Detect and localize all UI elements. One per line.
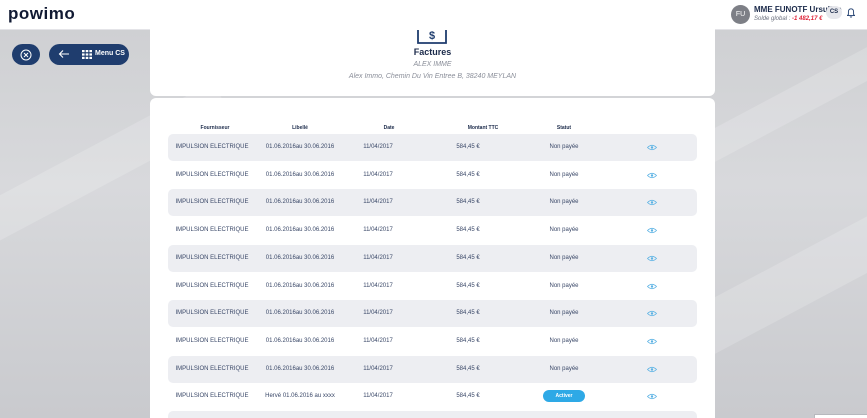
avatar[interactable]: FU <box>731 5 750 24</box>
cell-montant: 584,45 € <box>456 171 480 178</box>
col-header-montant[interactable]: Montant TTC <box>448 125 518 131</box>
page-title: Factures <box>413 47 452 57</box>
cell-montant: 584,45 € <box>456 199 480 206</box>
invoice-table-card: Fournisseur Libellé Date Montant TTC Sta… <box>150 98 715 418</box>
bell-icon[interactable] <box>847 8 855 18</box>
cell-montant: 584,45 € <box>456 144 480 150</box>
col-header-statut[interactable]: Statut <box>529 125 599 131</box>
cell-montant: 584,45 € <box>456 254 480 261</box>
col-header-libelle[interactable]: Libellé <box>265 125 335 131</box>
table-row: IMPULSION ELECTRIQUE 01.06.2016au 30.06.2… <box>168 134 697 161</box>
cell-statut: Non payée <box>549 365 579 372</box>
cell-montant: 584,45 € <box>456 393 480 400</box>
close-button[interactable] <box>12 44 40 65</box>
arrow-left-icon <box>58 50 69 58</box>
company-address: Alex Immo, Chemin Du Vin Entree B, 38240… <box>348 73 517 80</box>
close-circle-icon <box>20 49 32 60</box>
cell-montant: 584,45 € <box>456 310 480 317</box>
cell-libelle: 01.06.2016au 30.06.2016 <box>265 337 335 344</box>
cell-fournisseur: IMPULSION ELECTRIQUE <box>175 227 249 234</box>
eye-icon[interactable] <box>647 144 657 151</box>
menu-label: Menu CS <box>95 50 125 57</box>
role-badge: CS <box>826 6 842 19</box>
cell-date: 11/04/2017 <box>363 144 393 150</box>
cell-fournisseur: IMPULSION ELECTRIQUE <box>175 393 249 400</box>
table-row: IMPULSION ELECTRIQUE 01.06.2016au 30.06.2… <box>168 355 697 383</box>
cell-statut: Non payée <box>549 171 579 178</box>
eye-icon[interactable] <box>647 283 657 290</box>
cell-date: 11/04/2017 <box>363 365 393 372</box>
eye-icon[interactable] <box>647 310 657 317</box>
cell-libelle: 01.06.2016au 30.06.2016 <box>265 171 335 178</box>
cell-statut: Non payée <box>549 199 579 206</box>
cell-statut: Non payée <box>549 337 579 344</box>
table-row: IMPULSION ELECTRIQUE 01.06.2016au 30.06.2… <box>168 189 697 217</box>
cell-statut: Non payée <box>549 227 579 234</box>
app-logo[interactable]: powimo <box>8 4 75 24</box>
invoice-header-card: $ Factures ALEX IMME Alex Immo, Chemin D… <box>150 20 715 96</box>
cell-statut: Non payée <box>549 144 579 150</box>
user-balance: Solde global : -1 482,17 € <box>754 16 822 22</box>
cell-statut: Non payée <box>549 310 579 317</box>
table-row: IMPULSION ELECTRIQUE 01.06.2016au 30.06.2… <box>168 244 697 272</box>
cell-libelle: 01.06.2016au 30.06.2016 <box>265 199 335 206</box>
table-row: IMPULSION ELECTRIQUE 01.06.2016au 30.06.2… <box>168 162 697 189</box>
eye-icon[interactable] <box>647 393 657 400</box>
balance-label: Solde global : <box>754 16 791 22</box>
cell-statut: Non payée <box>549 282 579 289</box>
cell-montant: 584,45 € <box>456 365 480 372</box>
cell-libelle: 01.06.2016au 30.06.2016 <box>265 365 335 372</box>
cell-libelle: 01.06.2016au 30.06.2016 <box>265 227 335 234</box>
cell-date: 11/04/2017 <box>363 282 393 289</box>
cell-date: 11/04/2017 <box>363 310 393 317</box>
cell-fournisseur: IMPULSION ELECTRIQUE <box>175 310 249 317</box>
table-row: IMPULSION ELECTRIQUE Hervé 01.06.2016 au … <box>168 383 697 410</box>
cell-date: 11/04/2017 <box>363 254 393 261</box>
activate-button[interactable]: Activer <box>543 390 585 403</box>
cell-fournisseur: IMPULSION ELECTRIQUE <box>175 199 249 206</box>
eye-icon[interactable] <box>647 255 657 262</box>
cell-date: 11/04/2017 <box>363 199 393 206</box>
cell-libelle: 01.06.2016au 30.06.2016 <box>265 254 335 261</box>
table-row <box>168 411 697 418</box>
cell-libelle: 01.06.2016au 30.06.2016 <box>265 310 335 317</box>
cell-fournisseur: IMPULSION ELECTRIQUE <box>175 254 249 261</box>
cell-fournisseur: IMPULSION ELECTRIQUE <box>175 365 249 372</box>
cell-libelle: 01.06.2016au 30.06.2016 <box>265 282 335 289</box>
eye-icon[interactable] <box>647 199 657 206</box>
cell-libelle: 01.06.2016au 30.06.2016 <box>265 144 335 150</box>
col-header-date[interactable]: Date <box>354 125 424 131</box>
cell-montant: 584,45 € <box>456 337 480 344</box>
eye-icon[interactable] <box>647 172 657 179</box>
cell-fournisseur: IMPULSION ELECTRIQUE <box>175 282 249 289</box>
cell-date: 11/04/2017 <box>363 171 393 178</box>
table-row: IMPULSION ELECTRIQUE 01.06.2016au 30.06.2… <box>168 328 697 355</box>
eye-icon[interactable] <box>647 338 657 345</box>
cell-montant: 584,45 € <box>456 282 480 289</box>
eye-icon[interactable] <box>647 227 657 234</box>
svg-text:$: $ <box>429 30 435 42</box>
balance-value: -1 482,17 € <box>792 16 823 22</box>
cell-fournisseur: IMPULSION ELECTRIQUE <box>175 144 249 150</box>
cell-libelle: Hervé 01.06.2016 au xxxx <box>265 393 335 400</box>
cell-date: 11/04/2017 <box>363 227 393 234</box>
cell-date: 11/04/2017 <box>363 393 393 400</box>
table-row: IMPULSION ELECTRIQUE 01.06.2016au 30.06.2… <box>168 273 697 300</box>
cell-fournisseur: IMPULSION ELECTRIQUE <box>175 337 249 344</box>
table-row: IMPULSION ELECTRIQUE 01.06.2016au 30.06.2… <box>168 217 697 244</box>
cell-date: 11/04/2017 <box>363 337 393 344</box>
company-name: ALEX IMME <box>413 61 452 68</box>
col-header-fournisseur[interactable]: Fournisseur <box>180 125 250 131</box>
grid-icon <box>82 50 92 59</box>
cell-statut: Non payée <box>549 254 579 261</box>
invoice-icon: $ <box>417 30 447 44</box>
table-row: IMPULSION ELECTRIQUE 01.06.2016au 30.06.2… <box>168 300 697 328</box>
corner-fragment <box>814 414 867 418</box>
cell-fournisseur: IMPULSION ELECTRIQUE <box>175 171 249 178</box>
cell-montant: 584,45 € <box>456 227 480 234</box>
menu-cs-button[interactable]: Menu CS <box>49 44 129 65</box>
eye-icon[interactable] <box>647 366 657 373</box>
